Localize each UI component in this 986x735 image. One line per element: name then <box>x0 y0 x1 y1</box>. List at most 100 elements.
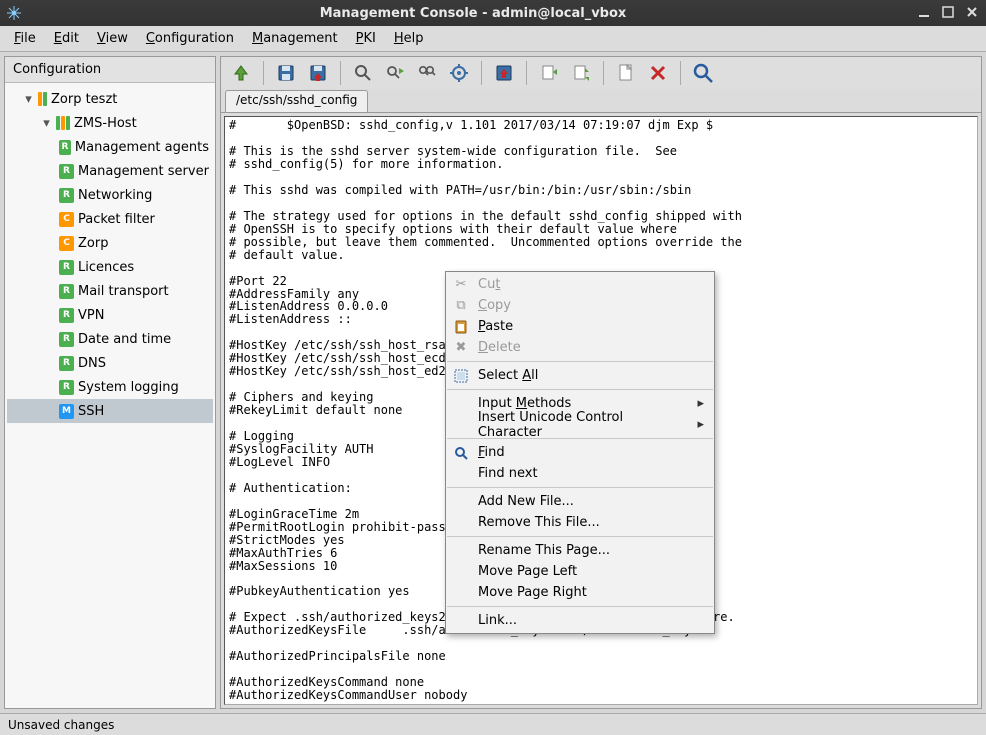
context-menu: ✂Cut ⧉Copy Paste ✖Delete Select All Inpu… <box>445 271 715 634</box>
tree-label: Licences <box>78 260 134 275</box>
copy-icon: ⧉ <box>452 298 470 313</box>
tree-label: Date and time <box>78 332 171 347</box>
tree-item-zorp[interactable]: C Zorp <box>7 231 213 255</box>
tree-label: VPN <box>78 308 104 323</box>
badge-icon: R <box>59 332 74 347</box>
paste-icon <box>452 320 470 334</box>
tree-label: Zorp <box>78 236 108 251</box>
ctx-link[interactable]: Link... <box>446 610 714 631</box>
ctx-move-left[interactable]: Move Page Left <box>446 561 714 582</box>
ctx-copy[interactable]: ⧉Copy <box>446 295 714 316</box>
sidebar: Configuration ▾ Zorp teszt ▾ ZMS-Host RM… <box>4 56 216 709</box>
badge-icon: R <box>59 284 74 299</box>
ctx-delete[interactable]: ✖Delete <box>446 337 714 358</box>
close-button[interactable] <box>966 6 980 20</box>
chevron-down-icon: ▾ <box>41 118 52 129</box>
menu-configuration[interactable]: Configuration <box>138 28 242 49</box>
tree-item-packet-filter[interactable]: C Packet filter <box>7 207 213 231</box>
titlebar: Management Console - admin@local_vbox <box>0 0 986 26</box>
toolbar-delete-button[interactable] <box>644 59 672 87</box>
select-all-icon <box>452 369 470 383</box>
ctx-select-all[interactable]: Select All <box>446 365 714 386</box>
toolbar <box>220 56 982 89</box>
delete-icon: ✖ <box>452 340 470 355</box>
app-icon <box>6 5 22 21</box>
tree-label: Networking <box>78 188 152 203</box>
statusbar: Unsaved changes <box>0 713 986 735</box>
sidebar-header: Configuration <box>5 57 215 83</box>
ctx-add-new-file[interactable]: Add New File... <box>446 491 714 512</box>
badge-icon: R <box>59 188 74 203</box>
toolbar-settings-button[interactable] <box>445 59 473 87</box>
find-icon <box>452 446 470 460</box>
ctx-find[interactable]: Find <box>446 442 714 463</box>
status-text: Unsaved changes <box>8 718 114 732</box>
submenu-arrow-icon: ▸ <box>697 417 704 432</box>
toolbar-up-button[interactable] <box>227 59 255 87</box>
file-tab[interactable]: /etc/ssh/sshd_config <box>225 90 368 112</box>
tree-host[interactable]: ▾ ZMS-Host <box>7 111 213 135</box>
chevron-down-icon: ▾ <box>23 94 34 105</box>
tree-item-vpn[interactable]: R VPN <box>7 303 213 327</box>
badge-icon: R <box>59 356 74 371</box>
tree-item-dns[interactable]: R DNS <box>7 351 213 375</box>
badge-icon: M <box>59 404 74 419</box>
menu-help[interactable]: Help <box>386 28 432 49</box>
tree-label: Mail transport <box>78 284 169 299</box>
submenu-arrow-icon: ▸ <box>697 396 704 411</box>
tree-label: DNS <box>78 356 106 371</box>
minimize-button[interactable] <box>918 6 932 20</box>
tree-item-system-logging[interactable]: R System logging <box>7 375 213 399</box>
tree-item-licences[interactable]: RLicences <box>7 255 213 279</box>
menubar: File Edit View Configuration Management … <box>0 26 986 52</box>
toolbar-save-button[interactable] <box>272 59 300 87</box>
tree-label: System logging <box>78 380 179 395</box>
toolbar-document-button[interactable] <box>612 59 640 87</box>
status-pillars-icon <box>56 116 70 130</box>
config-tree: ▾ Zorp teszt ▾ ZMS-Host RManagement agen… <box>5 83 215 708</box>
ctx-remove-file[interactable]: Remove This File... <box>446 512 714 533</box>
toolbar-search-button[interactable] <box>349 59 377 87</box>
toolbar-import-button[interactable] <box>490 59 518 87</box>
tree-label: Management agents <box>75 140 209 155</box>
toolbar-export-left-button[interactable] <box>535 59 563 87</box>
tree-item-ssh[interactable]: M SSH <box>7 399 213 423</box>
status-pillars-icon <box>38 92 47 106</box>
menu-file[interactable]: File <box>6 28 44 49</box>
tree-item-date-and-time[interactable]: R Date and time <box>7 327 213 351</box>
badge-icon: R <box>59 380 74 395</box>
badge-icon: C <box>59 236 74 251</box>
menu-pki[interactable]: PKI <box>348 28 384 49</box>
toolbar-find-next-button[interactable] <box>381 59 409 87</box>
tree-item-networking[interactable]: R Networking <box>7 183 213 207</box>
ctx-rename-page[interactable]: Rename This Page... <box>446 540 714 561</box>
tree-label: Management server <box>78 164 209 179</box>
menu-edit[interactable]: Edit <box>46 28 87 49</box>
ctx-find-next[interactable]: Find next <box>446 463 714 484</box>
toolbar-export-right-button[interactable] <box>567 59 595 87</box>
badge-icon: R <box>59 140 71 155</box>
tree-label: Packet filter <box>78 212 155 227</box>
menu-view[interactable]: View <box>89 28 136 49</box>
cut-icon: ✂ <box>452 277 470 292</box>
window-title: Management Console - admin@local_vbox <box>28 6 918 21</box>
maximize-button[interactable] <box>942 6 956 20</box>
ctx-cut[interactable]: ✂Cut <box>446 274 714 295</box>
tree-item-management-agents[interactable]: R Management agents <box>7 135 213 159</box>
menu-management[interactable]: Management <box>244 28 346 49</box>
ctx-paste[interactable]: Paste <box>446 316 714 337</box>
ctx-insert-unicode[interactable]: Insert Unicode Control Character▸ <box>446 414 714 435</box>
badge-icon: C <box>59 212 74 227</box>
toolbar-big-search-button[interactable] <box>689 59 717 87</box>
tabbar: /etc/ssh/sshd_config <box>220 89 982 112</box>
tree-label: ZMS-Host <box>74 116 137 131</box>
tree-item-management-server[interactable]: R Management server <box>7 159 213 183</box>
tree-item-mail-transport[interactable]: R Mail transport <box>7 279 213 303</box>
ctx-move-right[interactable]: Move Page Right <box>446 582 714 603</box>
badge-icon: R <box>59 164 74 179</box>
badge-icon: R <box>59 308 74 323</box>
toolbar-find-all-button[interactable] <box>413 59 441 87</box>
tree-label: SSH <box>78 404 104 419</box>
toolbar-save-config-button[interactable] <box>304 59 332 87</box>
tree-root[interactable]: ▾ Zorp teszt <box>7 87 213 111</box>
